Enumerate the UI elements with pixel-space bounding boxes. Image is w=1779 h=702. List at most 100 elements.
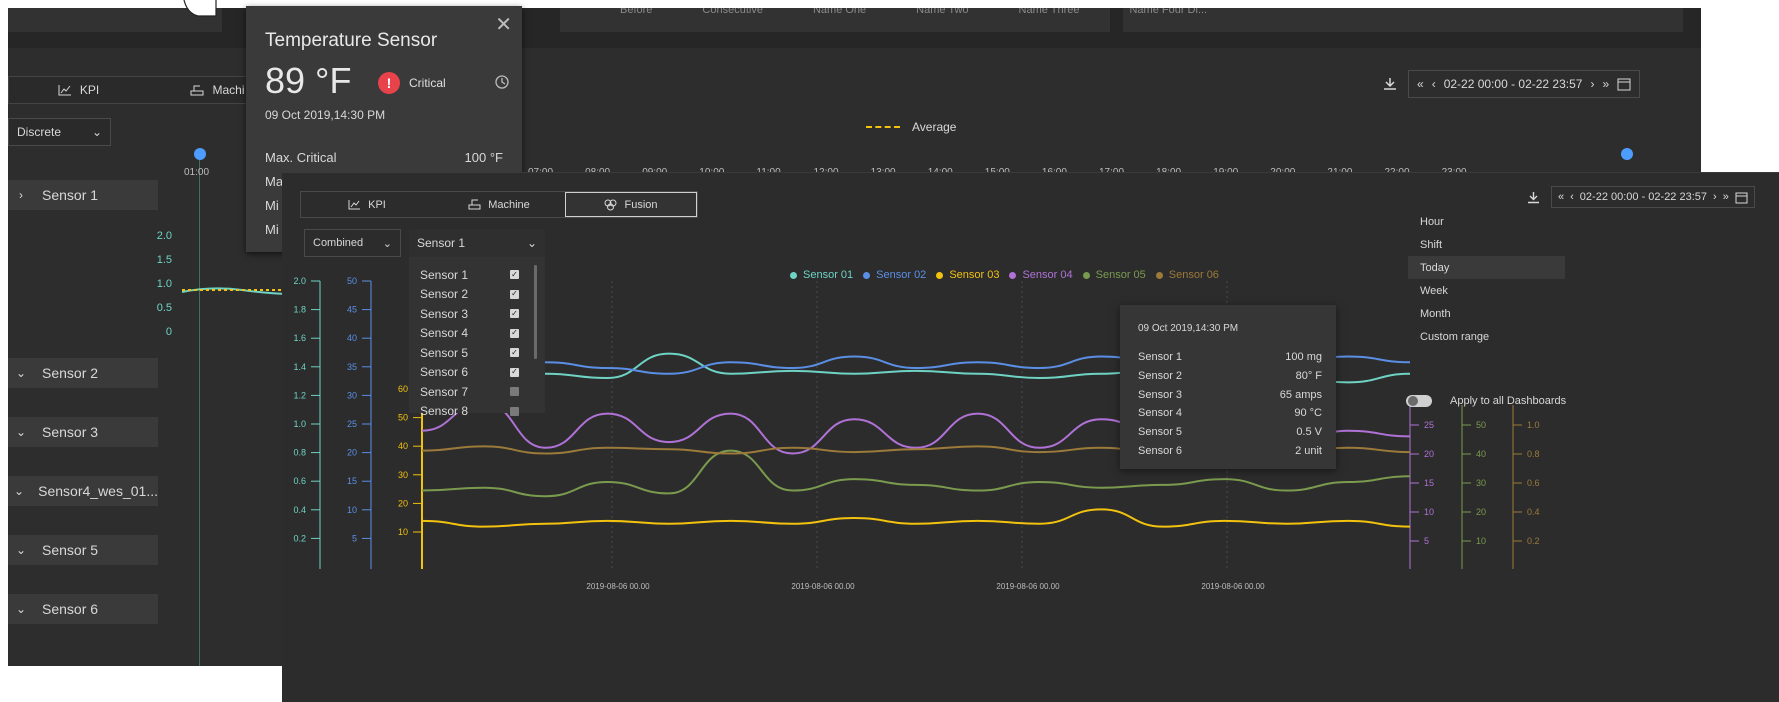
y-tick-label: 30 xyxy=(1476,478,1486,488)
sensor-dropdown-list: Sensor 1 ✓ Sensor 2 ✓ Sensor 3 ✓ Sensor 4 ✓ Sens… xyxy=(409,257,545,418)
y-tick-label: 35 xyxy=(347,362,357,372)
sensor-option[interactable]: Sensor 7 xyxy=(409,382,545,402)
sensor-option-label: Sensor 1 xyxy=(420,267,469,282)
tooltip-row-label: Sensor 5 xyxy=(1138,426,1183,439)
chevron-down-icon: ⌄ xyxy=(15,366,27,380)
series-line-3 xyxy=(421,508,1411,528)
column-header: Name Four Di... xyxy=(1129,8,1208,16)
sensor-option[interactable]: Sensor 3 ✓ xyxy=(409,304,545,324)
tooltip-row-label: Sensor 6 xyxy=(1138,445,1183,457)
download-icon[interactable] xyxy=(1382,76,1398,92)
y-tick-label: 0.4 xyxy=(293,505,306,515)
chevron-down-icon: ⌄ xyxy=(15,543,27,557)
y-tick-label: 5 xyxy=(1424,536,1429,546)
dropdown-scrollbar[interactable] xyxy=(534,265,537,359)
sensor-row[interactable]: ⌄ Sensor 6 xyxy=(8,594,158,624)
sensor-row-label: Sensor 3 xyxy=(42,424,99,440)
history-icon[interactable] xyxy=(494,74,510,90)
period-option[interactable]: Today xyxy=(1408,256,1565,279)
y-tick-label: 1.0 xyxy=(293,419,306,429)
tooltip-row-label: Sensor 1 xyxy=(1138,351,1183,363)
y-tick-label: 60 xyxy=(398,384,408,394)
y-tick-label: 0.6 xyxy=(1527,478,1540,488)
sensor-row[interactable]: ⌄ Sensor 5 xyxy=(8,535,158,565)
double-right-icon[interactable]: » xyxy=(1602,77,1609,91)
sensor-option[interactable]: Sensor 1 ✓ xyxy=(409,265,545,285)
y-tick-label: 1.4 xyxy=(293,362,306,372)
close-icon[interactable]: ✕ xyxy=(495,12,512,37)
alert-icon: ! xyxy=(378,72,400,94)
checkbox[interactable]: ✓ xyxy=(510,328,519,338)
column-header: Consecutive xyxy=(702,8,763,16)
back-tab-kpi[interactable]: KPI xyxy=(9,77,148,103)
fusion-dashboard-window: KPI Machine Fusion Combined ⌄ Sensor 1 ⌄… xyxy=(282,172,1779,702)
tooltip-row-value: 0.5 V xyxy=(1296,426,1322,439)
card-row-label: Mi xyxy=(265,222,279,237)
checkbox[interactable]: ✓ xyxy=(510,367,519,377)
y-tick: 1.0 xyxy=(156,278,172,290)
card-row-label: Ma xyxy=(265,174,284,189)
back-tab-label: KPI xyxy=(79,83,100,97)
right-icon[interactable]: › xyxy=(1590,77,1594,91)
x-tick-label: 2019-08-06 00.00 xyxy=(586,582,650,591)
sensor-option[interactable]: Sensor 8 xyxy=(409,402,545,422)
sensor-option-label: Sensor 8 xyxy=(420,404,469,419)
temperature-value: 89 °F xyxy=(265,60,352,101)
checkbox[interactable]: ✓ xyxy=(510,270,519,280)
left-icon[interactable]: ‹ xyxy=(1432,77,1436,91)
apply-all-toggle[interactable] xyxy=(1406,395,1432,407)
y-tick-label: 20 xyxy=(398,498,408,508)
y-tick-label: 2.0 xyxy=(293,276,306,286)
column-header: Name Three xyxy=(1018,8,1080,16)
sensor-option[interactable]: Sensor 2 ✓ xyxy=(409,285,545,305)
calendar-icon[interactable] xyxy=(1617,77,1631,91)
tooltip-timestamp: 09 Oct 2019,14:30 PM xyxy=(1138,323,1239,334)
sensor-option[interactable]: Sensor 4 ✓ xyxy=(409,324,545,344)
tooltip-row-label: Sensor 2 xyxy=(1138,369,1183,382)
double-left-icon[interactable]: « xyxy=(1417,77,1424,91)
checkbox[interactable]: ✓ xyxy=(510,289,519,299)
sensor-row[interactable]: › Sensor 1 xyxy=(8,180,158,210)
tooltip-row: Sensor 1 100 mg xyxy=(1138,351,1322,363)
checkbox[interactable]: ✓ xyxy=(510,348,519,358)
card-row: Max. Critical 100 °F xyxy=(265,150,503,165)
sensor-option-label: Sensor 5 xyxy=(420,345,469,360)
y-tick-label: 20 xyxy=(1476,507,1486,517)
y-tick-label: 0.4 xyxy=(1527,507,1540,517)
tooltip-row: Sensor 3 65 amps xyxy=(1138,389,1322,401)
sensor-row[interactable]: ⌄ Sensor4_wes_01... xyxy=(8,476,158,506)
sensor-row-label: Sensor 1 xyxy=(42,187,99,203)
time-marker-end[interactable] xyxy=(1621,148,1633,160)
y-tick-label: 40 xyxy=(398,441,408,451)
sensor-option[interactable]: Sensor 5 ✓ xyxy=(409,343,545,363)
period-option[interactable]: Month xyxy=(1408,302,1565,325)
checkbox[interactable] xyxy=(510,387,519,397)
chevron-down-icon: ⌄ xyxy=(15,602,27,616)
checkbox[interactable]: ✓ xyxy=(510,309,519,319)
sensor-row[interactable]: ⌄ Sensor 2 xyxy=(8,358,158,388)
back-date-tools: « ‹ 02-22 00:00 - 02-22 23:57 › » xyxy=(1382,70,1641,98)
checkbox[interactable] xyxy=(510,406,519,416)
period-option[interactable]: Hour xyxy=(1408,210,1565,233)
apply-all-label: Apply to all Dashboards xyxy=(1450,395,1567,407)
period-option[interactable]: Shift xyxy=(1408,233,1565,256)
period-option[interactable]: Custom range xyxy=(1408,325,1565,348)
sensor-option[interactable]: Sensor 6 ✓ xyxy=(409,363,545,383)
back-date-range[interactable]: « ‹ 02-22 00:00 - 02-22 23:57 › » xyxy=(1408,70,1641,98)
sensor-row[interactable]: ⌄ Sensor 3 xyxy=(8,417,158,447)
mode-select[interactable]: Discrete ⌄ xyxy=(8,118,111,146)
tooltip-row-value: 65 amps xyxy=(1279,388,1322,401)
back-mini-line xyxy=(182,287,292,295)
y-tick-label: 5 xyxy=(352,533,357,543)
y-tick-label: 45 xyxy=(347,305,357,315)
y-tick-label: 0.2 xyxy=(293,533,306,543)
column-header: Before xyxy=(620,8,653,16)
y-tick-label: 0.8 xyxy=(1527,449,1540,459)
y-tick-label: 1.2 xyxy=(293,390,306,400)
time-marker-start[interactable] xyxy=(194,148,206,160)
y-tick-label: 50 xyxy=(347,276,357,286)
period-option[interactable]: Week xyxy=(1408,279,1565,302)
x-tick-label: 2019-08-06 00.00 xyxy=(791,582,855,591)
tooltip-row-value: 100 mg xyxy=(1285,351,1322,363)
tooltip-row: Sensor 4 90 °C xyxy=(1138,407,1322,419)
